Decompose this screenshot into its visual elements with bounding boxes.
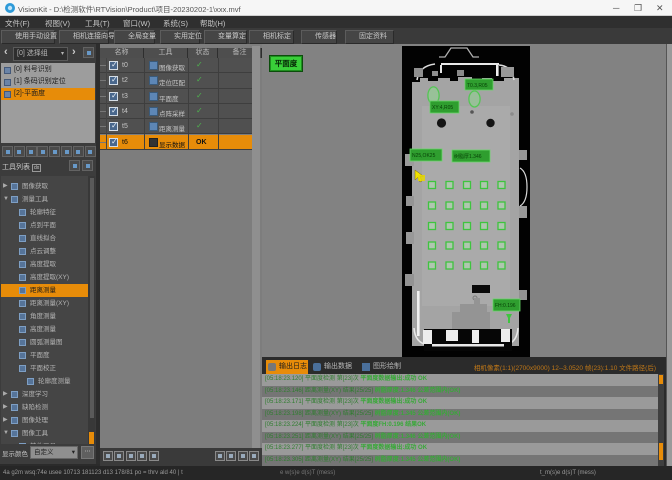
svg-text:N25,OK25: N25,OK25	[412, 153, 436, 159]
svg-text:XY:4,R05: XY:4,R05	[432, 105, 453, 111]
svg-text:树脂厚1.346: 树脂厚1.346	[454, 153, 482, 160]
svg-text:T0.3,R05: T0.3,R05	[467, 83, 488, 89]
svg-text:FH:0.196: FH:0.196	[495, 303, 516, 309]
